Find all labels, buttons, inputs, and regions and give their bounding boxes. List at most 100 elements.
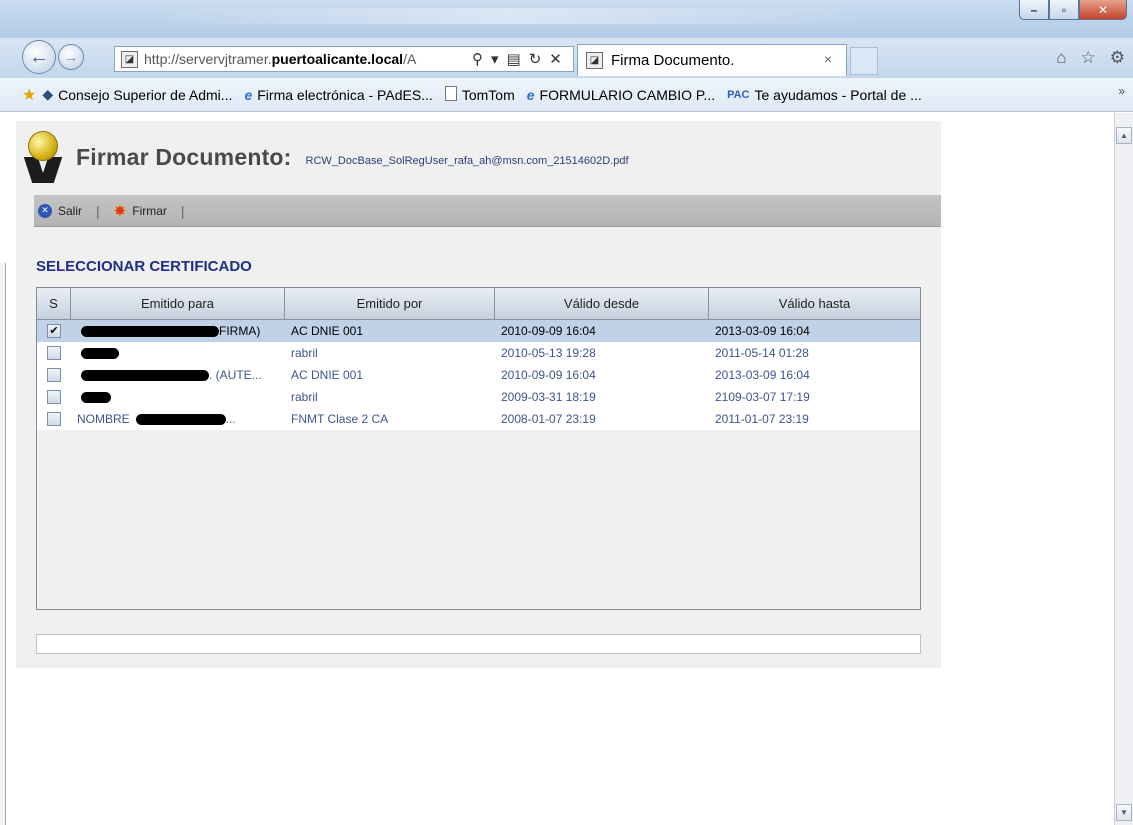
cell-emitido-por: rabril <box>291 390 318 404</box>
cell-emitido-para <box>71 342 285 364</box>
favorite-link-4[interactable]: PAC Te ayudamos - Portal de ... <box>727 87 922 103</box>
table-row[interactable]: rabril 2010-05-13 19:28 2011-05-14 01:28 <box>37 342 920 364</box>
gear-icon[interactable]: ⚙ <box>1110 48 1125 68</box>
exit-icon: ✕ <box>38 203 52 218</box>
redacted-block <box>135 413 226 425</box>
row-checkbox[interactable] <box>47 368 61 382</box>
table-row[interactable]: NOMBRE... FNMT Clase 2 CA 2008-01-07 23:… <box>37 408 920 430</box>
forward-button[interactable]: → <box>58 44 84 70</box>
maximize-icon: ▫ <box>1061 2 1067 17</box>
address-tools: ⚲ ▾ ▤ ↻ ✕ <box>472 50 562 68</box>
arrow-right-icon: → <box>63 48 79 66</box>
back-button[interactable]: ← <box>22 40 56 74</box>
pac-icon: PAC <box>727 88 750 101</box>
row-checkbox[interactable]: ✔ <box>47 324 61 338</box>
new-tab-button[interactable] <box>850 47 878 75</box>
navigation-bar: ← → ◪ http://servervjtramer.puertoalican… <box>0 38 1133 78</box>
salir-label: Salir <box>58 203 83 218</box>
refresh-icon[interactable]: ↻ <box>529 50 542 68</box>
home-icon[interactable]: ⌂ <box>1056 48 1066 68</box>
cell-valido-desde: 2010-09-09 16:04 <box>501 324 596 338</box>
cell-valido-desde: 2008-01-07 23:19 <box>501 412 596 426</box>
vertical-scrollbar[interactable]: ▲ ▼ <box>1114 113 1133 825</box>
stop-icon[interactable]: ✕ <box>549 50 562 68</box>
cell-emitido-por: rabril <box>291 346 318 360</box>
section-title: SELECCIONAR CERTIFICADO <box>36 258 252 275</box>
maximize-button[interactable]: ▫ <box>1049 0 1079 20</box>
close-window-button[interactable]: ✕ <box>1079 0 1127 20</box>
tab-close-button[interactable]: × <box>824 51 832 67</box>
cell-emitido-para: . (AUTE... <box>71 364 285 386</box>
minimize-button[interactable]: – <box>1019 0 1049 20</box>
window-controls: – ▫ ✕ <box>1019 0 1127 20</box>
column-header-emitido-por[interactable]: Emitido por <box>285 288 495 319</box>
column-header-valido-hasta[interactable]: Válido hasta <box>709 288 920 319</box>
cell-valido-hasta: 2013-03-09 16:04 <box>715 368 810 382</box>
row-checkbox[interactable] <box>47 346 61 360</box>
row-checkbox[interactable] <box>47 412 61 426</box>
status-field <box>36 634 921 654</box>
browser-tools: ⌂ ☆ ⚙ <box>1056 48 1125 68</box>
browser-tab[interactable]: ◪ Firma Documento. × <box>577 44 847 76</box>
firmar-button[interactable]: ✸ Firmar <box>114 202 167 220</box>
favorites-star-icon[interactable]: ☆ <box>1081 48 1096 68</box>
firmar-label: Firmar <box>132 203 167 218</box>
diamond-icon: ◆ <box>42 86 54 102</box>
column-header-emitido-para[interactable]: Emitido para <box>71 288 285 319</box>
dropdown-icon[interactable]: ▾ <box>491 50 499 68</box>
address-prefix: http://servervjtramer. <box>144 51 272 67</box>
cell-valido-desde: 2010-09-09 16:04 <box>501 368 596 382</box>
favorite-link-2[interactable]: TomTom <box>444 85 515 104</box>
favorites-overflow-button[interactable]: » <box>1118 84 1125 98</box>
cell-emitido-por: AC DNIE 001 <box>291 324 364 338</box>
ie-icon: e <box>244 86 253 103</box>
left-frame-edge <box>0 263 6 825</box>
compatibility-icon[interactable]: ▤ <box>507 50 521 68</box>
favorite-label: Firma electrónica - PAdES... <box>257 86 433 103</box>
cell-valido-desde: 2010-05-13 19:28 <box>501 346 596 360</box>
toolbar-separator: | <box>96 202 100 219</box>
table-row[interactable]: . (AUTE... AC DNIE 001 2010-09-09 16:04 … <box>37 364 920 386</box>
table-row[interactable]: ✔ FIRMA) AC DNIE 001 2010-09-09 16:04 20… <box>37 320 920 342</box>
page-viewport: Firmar Documento: RCW_DocBase_SolRegUser… <box>0 113 1133 825</box>
address-bar[interactable]: ◪ http://servervjtramer.puertoalicante.l… <box>114 46 574 72</box>
scroll-down-button[interactable]: ▼ <box>1116 804 1132 821</box>
cell-valido-hasta: 2011-01-07 23:19 <box>715 412 809 426</box>
column-header-s[interactable]: S <box>37 288 71 319</box>
table-row[interactable]: rabril 2009-03-31 18:19 2109-03-07 17:19 <box>37 386 920 408</box>
search-icon[interactable]: ⚲ <box>472 50 483 68</box>
document-icon <box>444 85 457 104</box>
cell-emitido-para <box>71 386 285 408</box>
certificate-table: S Emitido para Emitido por Válido desde … <box>36 287 921 610</box>
arrow-up-icon: ▲ <box>1120 131 1128 140</box>
arrow-down-icon: ▼ <box>1120 808 1128 817</box>
signing-panel: Firmar Documento: RCW_DocBase_SolRegUser… <box>16 121 941 668</box>
address-domain: puertoalicante.local <box>271 51 404 67</box>
redacted-block <box>81 369 209 381</box>
favorite-link-0[interactable]: ◆ Consejo Superior de Admi... <box>42 86 232 103</box>
favorite-link-1[interactable]: e Firma electrónica - PAdES... <box>244 87 432 103</box>
cell-emitido-por: AC DNIE 001 <box>291 368 364 382</box>
add-favorites-star-icon[interactable]: ★ <box>22 85 36 105</box>
address-text[interactable]: http://servervjtramer.puertoalicante.loc… <box>144 51 466 67</box>
page-title: Firmar Documento: <box>76 143 292 170</box>
favorite-label: Te ayudamos - Portal de ... <box>754 86 922 103</box>
row-checkbox[interactable] <box>47 390 61 404</box>
favorite-label: TomTom <box>461 86 515 103</box>
cell-emitido-por: FNMT Clase 2 CA <box>291 412 389 426</box>
table-header: S Emitido para Emitido por Válido desde … <box>37 288 920 320</box>
cell-valido-hasta: 2011-05-14 01:28 <box>715 346 809 360</box>
column-header-valido-desde[interactable]: Válido desde <box>495 288 709 319</box>
tab-page-icon: ◪ <box>586 52 603 69</box>
cell-emitido-para: NOMBRE... <box>77 412 236 426</box>
favorite-label: Consejo Superior de Admi... <box>58 86 233 103</box>
cell-valido-desde: 2009-03-31 18:19 <box>501 390 596 404</box>
close-icon: ✕ <box>1097 2 1109 17</box>
document-filename: RCW_DocBase_SolRegUser_rafa_ah@msn.com_2… <box>305 155 629 167</box>
favorites-bar: ★ ◆ Consejo Superior de Admi... e Firma … <box>0 78 1133 112</box>
salir-button[interactable]: ✕ Salir <box>38 203 83 218</box>
cell-valido-hasta: 2109-03-07 17:19 <box>715 390 810 404</box>
favorite-link-3[interactable]: e FORMULARIO CAMBIO P... <box>527 87 715 103</box>
window-titlebar: – ▫ ✕ <box>0 0 1133 38</box>
scroll-up-button[interactable]: ▲ <box>1116 127 1132 144</box>
